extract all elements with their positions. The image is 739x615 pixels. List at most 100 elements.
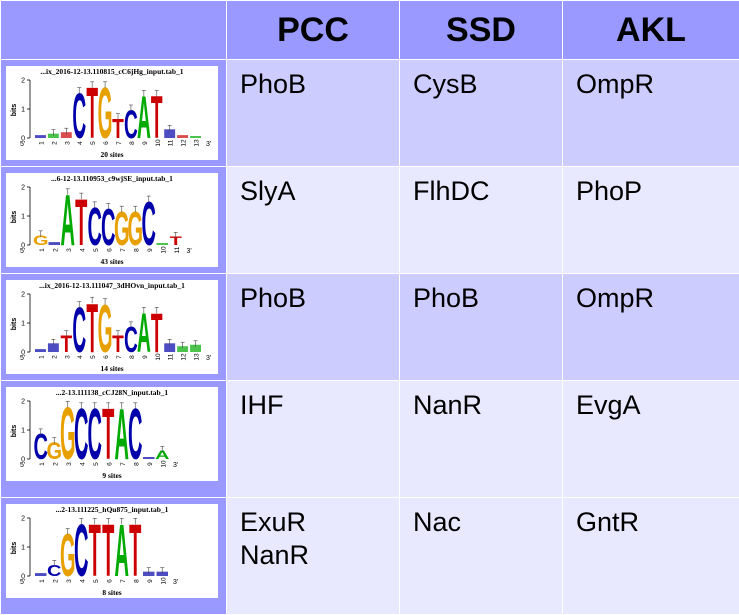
pcc-value: NanR [240,539,399,572]
table-row: ...ix_2016-12-13.111047_3dHOvn_input.tab… [1,274,739,381]
logo-stack [177,135,188,138]
logo-5prime: 5' [20,248,25,255]
logo-y-tick: 2 [21,292,25,299]
logo-x-tick: 11 [168,353,175,360]
logo-x-tick: 9 [147,462,154,466]
logo-y-tick: 1 [21,321,25,328]
logo-x-tick: 9 [147,579,154,583]
pcc-cell: SlyA [227,167,400,274]
sequence-logo: ...6-12-13.110953_c9wjSE_input.tab_143 s… [6,173,218,267]
logo-frame: ...2-13.111138_cCJ28N_input.tab_19 sites… [6,387,218,481]
motif-comparison-table: PCC SSD AKL ...ix_2016-12-13.110815_cC6j… [0,0,739,615]
logo-stack [143,457,155,459]
logo-x-tick: 12 [181,139,188,147]
logo-3prime: 3' [173,462,178,469]
ssd-value: CysB [413,68,562,101]
logo-x-tick: 3 [64,141,71,145]
pcc-value: ExuR [240,506,399,539]
logo-y-tick: 2 [21,185,25,192]
logo-cell: ...2-13.111138_cCJ28N_input.tab_19 sites… [1,381,227,498]
logo-y-tick: 1 [21,428,25,435]
logo-title: ...ix_2016-12-13.111047_3dHOvn_input.tab… [39,281,185,290]
logo-y-tick: 1 [21,107,25,114]
logo-stack [35,573,47,576]
header-pcc: PCC [227,1,400,60]
logo-stack [35,135,46,138]
logo-3prime: 3' [173,579,178,586]
logo-y-tick: 2 [21,516,25,523]
akl-cell: GntR [563,498,739,615]
logo-cell: ...ix_2016-12-13.110815_cC6jHg_input.tab… [1,60,227,167]
logo-letter: T [112,330,124,358]
logo-3prime: 3' [206,355,211,362]
logo-x-tick: 2 [51,141,58,145]
logo-x-tick: 1 [38,141,45,145]
table-row: ...2-13.111225_hQu875_input.tab_18 sites… [1,498,739,615]
logo-frame: ...6-12-13.110953_c9wjSE_input.tab_143 s… [6,173,218,267]
logo-x-tick: 1 [38,355,45,359]
sequence-logo: ...ix_2016-12-13.110815_cC6jHg_input.tab… [6,66,218,160]
sequence-logo: ...ix_2016-12-13.111047_3dHOvn_input.tab… [6,280,218,374]
ssd-cell: CysB [400,60,563,167]
logo-stack [190,136,201,138]
logo-cell: ...ix_2016-12-13.111047_3dHOvn_input.tab… [1,274,227,381]
logo-x-tick: 10 [160,246,167,254]
pcc-cell: IHF [227,381,400,498]
akl-cell: OmpR [563,274,739,381]
ssd-value: Nac [413,506,562,539]
logo-y-tick: 2 [21,399,25,406]
logo-5prime: 5' [20,141,25,148]
table-row: ...6-12-13.110953_c9wjSE_input.tab_143 s… [1,167,739,274]
akl-value: OmpR [576,68,739,101]
logo-5prime: 5' [20,462,25,469]
logo-x-tick: 10 [160,577,167,585]
ssd-cell: FlhDC [400,167,563,274]
akl-value: EvgA [576,389,739,422]
logo-y-tick: 2 [21,78,25,85]
logo-stack [157,243,169,245]
akl-cell: OmpR [563,60,739,167]
logo-x-tick: 12 [181,353,188,361]
logo-frame: ...2-13.111225_hQu875_input.tab_18 sites… [6,504,218,598]
logo-x-tick: 1 [39,579,46,583]
logo-cell: ...2-13.111225_hQu875_input.tab_18 sites… [1,498,227,615]
logo-x-tick: 2 [52,248,59,252]
logo-y-label: bits [11,211,18,224]
pcc-value: PhoB [240,282,399,315]
logo-frame: ...ix_2016-12-13.111047_3dHOvn_input.tab… [6,280,218,374]
logo-y-label: bits [11,425,18,438]
pcc-cell: ExuRNanR [227,498,400,615]
logo-y-tick: 1 [21,545,25,552]
logo-letter: T [60,330,72,358]
logo-frame: ...ix_2016-12-13.110815_cC6jHg_input.tab… [6,66,218,160]
logo-3prime: 3' [187,248,192,255]
sequence-logo: ...2-13.111138_cCJ28N_input.tab_19 sites… [6,387,218,481]
logo-cell: ...6-12-13.110953_c9wjSE_input.tab_143 s… [1,167,227,274]
logo-5prime: 5' [20,579,25,586]
logo-3prime: 3' [206,141,211,148]
logo-x-tick: 1 [39,248,46,252]
ssd-cell: Nac [400,498,563,615]
akl-value: GntR [576,506,739,539]
pcc-cell: PhoB [227,60,400,167]
logo-sites-count: 43 sites [100,257,123,266]
table-row: ...ix_2016-12-13.110815_cC6jHg_input.tab… [1,60,739,167]
ssd-value: NanR [413,389,562,422]
logo-y-label: bits [11,318,18,331]
akl-value: PhoP [576,175,739,208]
logo-y-tick: 1 [21,214,25,221]
logo-y-label: bits [11,542,18,555]
pcc-value: IHF [240,389,399,422]
logo-stack [49,242,61,245]
header-row: PCC SSD AKL [1,1,739,60]
header-logo [1,1,227,60]
pcc-cell: PhoB [227,274,400,381]
logo-y-label: bits [11,104,18,117]
ssd-cell: PhoB [400,274,563,381]
logo-5prime: 5' [20,355,25,362]
pcc-value: PhoB [240,68,399,101]
sequence-logo: ...2-13.111225_hQu875_input.tab_18 sites… [6,504,218,598]
ssd-cell: NanR [400,381,563,498]
akl-value: OmpR [576,282,739,315]
logo-x-tick: 13 [194,353,201,361]
